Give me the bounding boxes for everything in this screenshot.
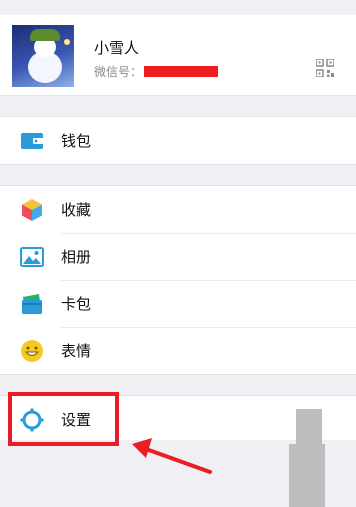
menu-label-cards: 卡包: [61, 295, 92, 313]
wechat-id-row: 微信号：: [94, 63, 219, 80]
wallet-icon: [21, 132, 43, 149]
gray-overlay-bar: [289, 444, 325, 507]
section-spacer: [0, 165, 356, 185]
favorites-icon: [22, 198, 42, 221]
profile-nickname: 小雪人: [94, 39, 140, 57]
menu-item-cards[interactable]: 卡包: [0, 280, 356, 327]
wallet-section: 钱包: [0, 116, 356, 165]
menu-item-album[interactable]: 相册: [0, 233, 356, 280]
profile-card[interactable]: 小雪人 微信号：: [0, 15, 356, 96]
stickers-icon: [21, 339, 43, 362]
cards-icon: [22, 293, 42, 314]
qr-code-icon[interactable]: [316, 59, 334, 77]
menu-label-album: 相册: [61, 248, 92, 266]
top-spacer: [0, 0, 356, 15]
collections-section: 收藏 相册 卡包 表情: [0, 185, 356, 375]
album-icon: [20, 246, 44, 267]
menu-label-stickers: 表情: [61, 342, 92, 360]
redacted-wechat-id: [144, 66, 219, 77]
wechat-id-label: 微信号：: [94, 65, 143, 79]
avatar[interactable]: [12, 25, 74, 87]
settings-highlight-box: [8, 392, 119, 446]
menu-label-wallet: 钱包: [61, 132, 92, 150]
section-spacer: [0, 96, 356, 116]
menu-item-favorites[interactable]: 收藏: [0, 186, 356, 233]
menu-label-favorites: 收藏: [61, 201, 92, 219]
pointer-arrow-icon: [132, 438, 212, 474]
menu-item-wallet[interactable]: 钱包: [0, 117, 356, 164]
menu-item-stickers[interactable]: 表情: [0, 327, 356, 374]
